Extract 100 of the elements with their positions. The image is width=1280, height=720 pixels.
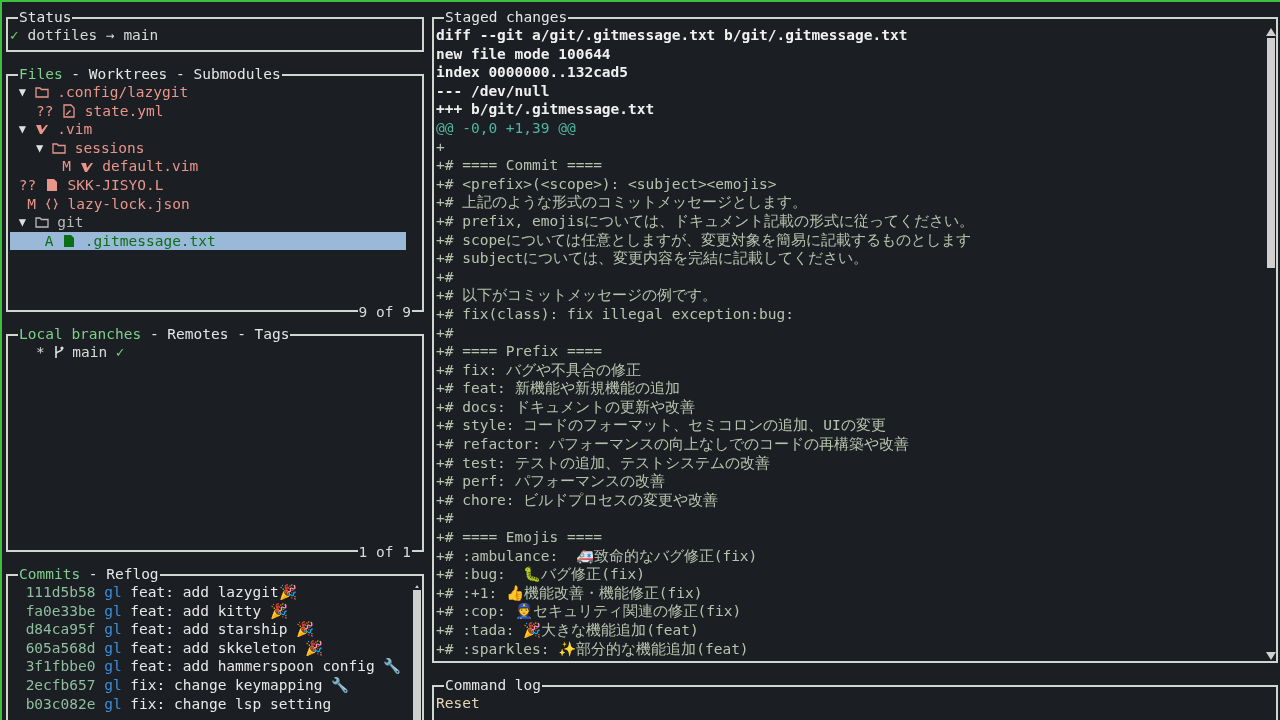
file-status: A: [43, 231, 54, 251]
diff-line: +#: [436, 267, 455, 287]
arrow-icon: →: [105, 26, 115, 45]
panel-tab[interactable]: Files: [19, 65, 63, 83]
file-name: lazy-lock.json: [67, 194, 190, 214]
file-name: .gitmessage.txt: [84, 231, 216, 251]
diff-line: +# prefix, emojisについては、ドキュメント記載の形式に従ってください。: [436, 211, 976, 231]
commit-message: feat: add skkeleton 🎉: [130, 638, 323, 658]
tab-separator: -: [88, 565, 98, 583]
commit-author: gl: [104, 638, 122, 658]
edit-file-icon: [62, 103, 77, 118]
commit-author: gl: [104, 583, 122, 602]
commit-author: gl: [104, 694, 122, 714]
commit-hash: fa0e33be: [25, 601, 96, 621]
tab-separator: -: [237, 325, 246, 343]
expanded-arrow-icon: ▼: [36, 138, 44, 158]
commit-hash: 3f1fbbe0: [25, 657, 96, 676]
check-icon: ✓: [115, 343, 125, 362]
folder-name: sessions: [74, 138, 145, 158]
commit-hash: b03c082e: [25, 694, 96, 714]
panel-tab[interactable]: Reflog: [106, 565, 159, 583]
file-status: M: [61, 157, 71, 176]
commit-row[interactable]: 2ecfb657 gl fix: change keymapping 🔧: [10, 675, 406, 695]
diff-line: +# docs: ドキュメントの更新や改善: [436, 397, 696, 417]
scroll-down-icon[interactable]: [1266, 652, 1276, 660]
file-status: ??: [36, 101, 54, 121]
scroll-up-icon[interactable]: [1266, 28, 1276, 36]
scrollbar[interactable]: [412, 585, 422, 720]
diff-line: +# <prefix>(<scope>): <subject><emojis>: [436, 174, 778, 194]
file-row[interactable]: M default.vim: [10, 157, 406, 176]
commit-hash: 605a568d: [25, 638, 96, 658]
commit-author: gl: [104, 675, 122, 695]
commit-message: feat: add kitty 🎉: [130, 601, 288, 621]
log-line: Reset: [436, 694, 481, 713]
commit-message: feat: add lazygit🎉: [130, 583, 297, 602]
commit-author: gl: [104, 657, 122, 676]
diff-line: +# chore: ビルドプロセスの変更や改善: [436, 490, 720, 510]
commit-row[interactable]: 111d5b58 gl feat: add lazygit🎉: [10, 583, 406, 602]
commit-message: fix: change keymapping 🔧: [130, 675, 350, 695]
folder-row[interactable]: ▼ .vim: [10, 120, 406, 139]
panel-tab[interactable]: Remotes: [167, 325, 229, 343]
commit-row[interactable]: 3f1fbbe0 gl feat: add hammerspoon config 🔧: [10, 657, 406, 676]
commit-author: gl: [104, 620, 122, 639]
folder-row[interactable]: ▼ .config/lazygit: [10, 83, 406, 102]
file-name: default.vim: [102, 157, 199, 176]
commit-row[interactable]: fa0e33be gl feat: add kitty 🎉: [10, 601, 406, 621]
vim-icon: [34, 122, 49, 137]
file-row[interactable]: ?? state.yml: [10, 101, 406, 121]
file-name: state.yml: [84, 101, 164, 121]
file-row[interactable]: ?? SKK-JISYO.L: [10, 175, 406, 195]
commit-author: gl: [104, 601, 122, 621]
panel-title: Command log: [445, 676, 542, 694]
panel-tab[interactable]: Commits: [19, 565, 81, 583]
folder-name: git: [57, 213, 84, 232]
diff-line: --- /dev/null: [436, 81, 551, 101]
expanded-arrow-icon: ▼: [18, 120, 26, 139]
tab-separator: -: [176, 65, 185, 83]
braces-icon: [44, 196, 59, 211]
commit-row[interactable]: 605a568d gl feat: add skkeleton 🎉: [10, 638, 406, 658]
branch-name: main: [123, 26, 159, 45]
branch-row[interactable]: * main ✓: [10, 343, 420, 362]
diff-line: diff --git a/git/.gitmessage.txt b/git/.gitmessage.txt: [436, 26, 909, 45]
folder-row[interactable]: ▼ sessions: [10, 138, 406, 158]
diff-line: +# ==== Commit ====: [436, 156, 603, 175]
folder-icon: [34, 85, 49, 100]
commit-hash: 2ecfb657: [25, 675, 96, 695]
check-icon: ✓: [10, 26, 19, 45]
panel-title: Status: [19, 8, 72, 26]
diff-line: +# :cop: 👮セキュリティ関連の修正(fix): [436, 602, 743, 621]
diff-line: +++ b/git/.gitmessage.txt: [436, 100, 656, 119]
diff-line: +# :+1: 👍機能改善・機能修正(fix): [436, 583, 704, 603]
commit-message: fix: change lsp setting: [130, 694, 332, 714]
diff-line: +# :ambulance: 🚑致命的なバグ修正(fix): [436, 546, 759, 566]
repo-name: dotfiles: [27, 26, 98, 45]
file-row[interactable]: M lazy-lock.json: [10, 194, 406, 214]
panel-tab[interactable]: Worktrees: [88, 65, 168, 83]
commit-row[interactable]: d84ca95f gl feat: add starship 🎉: [10, 620, 406, 639]
panel-tab[interactable]: Tags: [254, 325, 290, 343]
scrollbar[interactable]: [1266, 28, 1276, 660]
diff-line: +# fix: バグや不具合の修正: [436, 360, 642, 380]
diff-line: +# scopeについては任意としますが、変更対象を簡易に記載するものとします: [436, 230, 972, 250]
branch-icon: [53, 345, 64, 360]
diff-line: +# :bug: 🐛バグ修正(fix): [436, 565, 646, 584]
diff-line: +# ==== Emojis ====: [436, 528, 603, 547]
commit-row[interactable]: b03c082e gl fix: change lsp setting: [10, 694, 406, 714]
file-status: ??: [18, 175, 37, 195]
commit-message: feat: add starship 🎉: [130, 620, 315, 639]
folder-name: .config/lazygit: [57, 83, 189, 102]
diff-line: new file mode 100644: [436, 44, 612, 64]
diff-line: +#: [436, 323, 455, 343]
panel-tab[interactable]: Local branches: [19, 325, 142, 343]
tab-separator: -: [71, 65, 81, 83]
current-marker: *: [36, 343, 45, 362]
diff-line: +# perf: パフォーマンスの改善: [436, 472, 666, 491]
commit-message: feat: add hammerspoon config 🔧: [130, 657, 402, 676]
diff-line: +# :tada: 🎉大きな機能追加(feat): [436, 621, 700, 640]
folder-row[interactable]: ▼ git: [10, 213, 406, 232]
diff-line: +# 以下がコミットメッセージの例です。: [436, 286, 719, 305]
panel-tab[interactable]: Submodules: [193, 65, 281, 83]
diff-line: +# :sparkles: ✨部分的な機能追加(feat): [436, 639, 750, 659]
